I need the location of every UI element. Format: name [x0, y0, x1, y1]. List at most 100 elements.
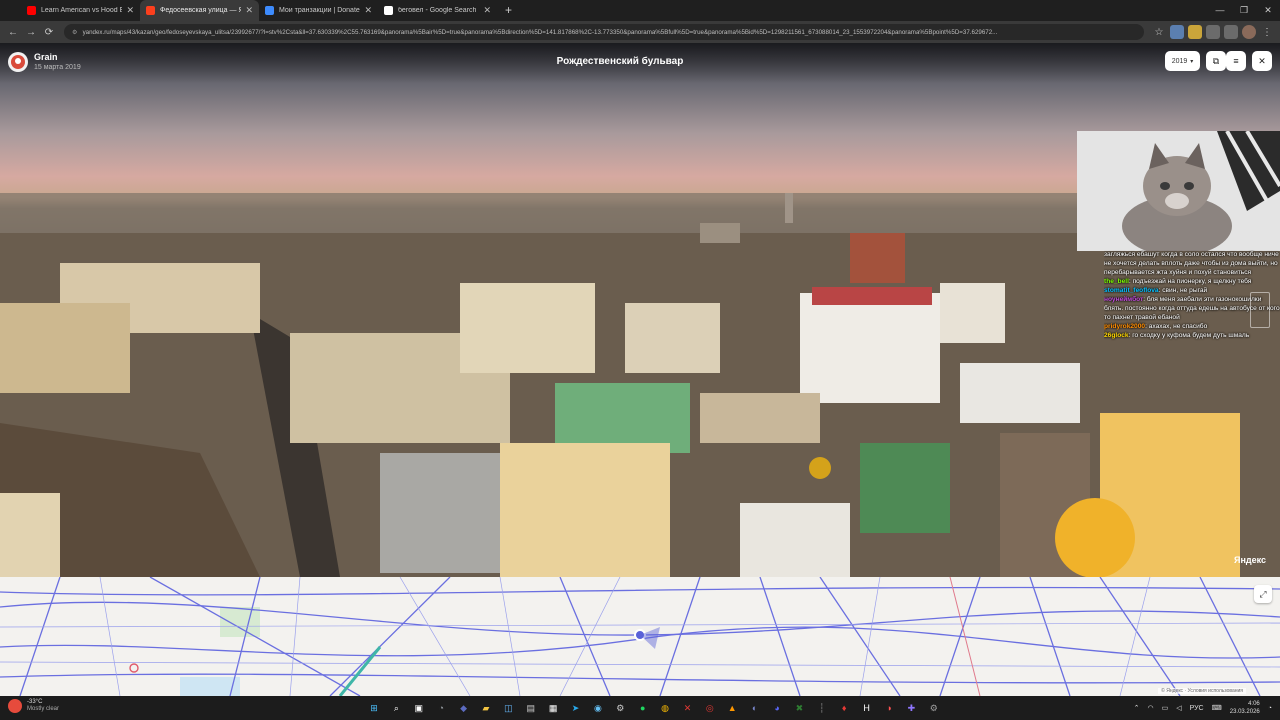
tray-overflow-icon[interactable]: ⌃ [1134, 704, 1140, 712]
weather-widget[interactable]: -33°C Mostly clear [8, 699, 59, 713]
taskbar-apps: ⊞ ⌕ ▣ ◔ ◆ ▰ ◫ ▤ ▦ ➤ ◉ ⚙ ● ◍ ✕ ◎ ▲ ◐ ◕ ✖ ┆ ♦ H ◑ ✚ ⚙ [364, 698, 946, 718]
task-view-icon[interactable]: ▣ [409, 698, 429, 718]
address-bar[interactable]: ⚙ yandex.ru/maps/43/kazan/geo/fedoseyevs… [64, 24, 1144, 40]
chat-nickname[interactable]: 26glock [1104, 332, 1129, 339]
window-controls: — ❐ ✕ [1208, 0, 1280, 21]
external-link-icon: ⧉ [1212, 55, 1220, 66]
browser-tab[interactable]: Learn American vs Hood English✕ [21, 0, 140, 21]
network-icon[interactable]: ◠ [1147, 704, 1153, 712]
chat-text: : подъезжай на пионерку, я щелкну тебя [1128, 278, 1252, 285]
app-a-icon[interactable]: ◔ [431, 698, 451, 718]
extension-icon[interactable] [1188, 25, 1202, 39]
browser-toolbar: ← → ⟳ ⚙ yandex.ru/maps/43/kazan/geo/fedo… [0, 21, 1280, 43]
keyboard-icon[interactable]: ⌨ [1212, 704, 1222, 712]
chat-nickname[interactable]: ноунеймбот [1104, 296, 1143, 303]
telegram-icon[interactable]: ➤ [566, 698, 586, 718]
profile-avatar[interactable] [1242, 25, 1256, 39]
tab-close-icon[interactable]: ✕ [126, 5, 134, 16]
map-copyright[interactable]: © Яндекс · Условия использования [1158, 688, 1246, 694]
map-expand-button[interactable]: ⤢ [1254, 585, 1272, 603]
chat-message: 26glock: го сходку у куфома будем дуть ш… [1104, 331, 1280, 340]
tab-title: Федосеевская улица — Яндекс [160, 7, 242, 14]
app-e-icon[interactable]: ▦ [543, 698, 563, 718]
discord-icon[interactable]: ◕ [767, 698, 787, 718]
browser-tab[interactable]: Мои транзакции | DonatePay ✕ [259, 0, 378, 21]
extension-icon[interactable] [1206, 25, 1220, 39]
chat-scroll-handle[interactable] [1250, 292, 1270, 328]
tab-title: Learn American vs Hood English [41, 7, 123, 14]
forward-button[interactable]: → [22, 27, 40, 38]
chat-message: the_bell: подъезжай на пионерку, я щелкн… [1104, 277, 1280, 286]
tab-title: беговел - Google Search [398, 7, 477, 14]
spotify-icon[interactable]: ● [633, 698, 653, 718]
chevron-down-icon: ▾ [1190, 58, 1194, 65]
volume-icon[interactable]: ◁ [1176, 704, 1181, 712]
chat-nickname[interactable]: pridyrok2000 [1104, 323, 1145, 330]
notifications-icon[interactable]: ◔ [1268, 705, 1272, 712]
bookmark-star-icon[interactable]: ☆ [1150, 27, 1168, 38]
browser-tab[interactable]: Федосеевская улица — Яндекс✕ [140, 0, 259, 21]
browser-tab[interactable]: беговел - Google Search ✕ [378, 0, 497, 21]
chat-message: загляжься ебашут когда в соло остался чт… [1104, 250, 1280, 277]
app-o-icon[interactable]: ◑ [879, 698, 899, 718]
close-window-button[interactable]: ✕ [1256, 0, 1280, 21]
webcam-overlay [1077, 131, 1280, 251]
close-icon: ✕ [1258, 55, 1266, 66]
yandex-logo: Яндекс [1233, 555, 1266, 565]
app-p-icon[interactable]: ✚ [901, 698, 921, 718]
app-f-icon[interactable]: ⚙ [610, 698, 630, 718]
menu-icon: ≡ [1233, 56, 1239, 66]
weather-icon [8, 699, 22, 713]
app-i-icon[interactable]: ▲ [722, 698, 742, 718]
reload-button[interactable]: ⟳ [40, 27, 58, 38]
app-h-icon[interactable]: ◎ [700, 698, 720, 718]
tab-favicon-icon [27, 6, 36, 15]
maximize-button[interactable]: ❐ [1232, 0, 1256, 21]
app-d-icon[interactable]: ▤ [521, 698, 541, 718]
menu-button[interactable]: ≡ [1226, 51, 1246, 71]
minimize-button[interactable]: — [1208, 0, 1232, 21]
aerial-panorama[interactable]: Grain 15 марта 2019 Рождественский бульв… [0, 43, 1280, 577]
new-tab-button[interactable]: + [497, 0, 520, 21]
year-selector[interactable]: 2019 ▾ [1165, 51, 1200, 71]
search-icon[interactable]: ⌕ [386, 698, 406, 718]
site-info-icon[interactable]: ⚙ [72, 29, 78, 36]
app-k-icon[interactable]: ✖ [789, 698, 809, 718]
clock[interactable]: 4:06 23.03.2026 [1230, 700, 1260, 716]
explorer-icon[interactable]: ▰ [476, 698, 496, 718]
chat-text: : свин, не рыгай [1158, 287, 1208, 294]
app-l-icon[interactable]: ┆ [812, 698, 832, 718]
steam-icon[interactable]: ◉ [588, 698, 608, 718]
chat-nickname[interactable]: the_bell [1104, 278, 1129, 285]
street-network-map [0, 577, 1280, 696]
app-n-icon[interactable]: H [857, 698, 877, 718]
close-panorama-button[interactable]: ✕ [1252, 51, 1272, 71]
tab-close-icon[interactable]: ✕ [364, 5, 372, 16]
tab-close-icon[interactable]: ✕ [483, 5, 491, 16]
back-button[interactable]: ← [4, 27, 22, 38]
open-external-button[interactable]: ⧉ [1206, 51, 1226, 71]
app-g-icon[interactable]: ✕ [677, 698, 697, 718]
tab-close-icon[interactable]: ✕ [245, 5, 253, 16]
app-q-icon[interactable]: ⚙ [924, 698, 944, 718]
chrome-icon[interactable]: ◍ [655, 698, 675, 718]
browser-menu-icon[interactable]: ⋮ [1258, 27, 1276, 38]
tab-list: Learn American vs Hood English✕Федосеевс… [21, 0, 497, 21]
battery-icon[interactable]: ▭ [1162, 704, 1169, 712]
clock-time: 4:06 [1248, 701, 1260, 707]
app-j-icon[interactable]: ◐ [745, 698, 765, 718]
chat-nickname[interactable]: stomatit_feoflova [1104, 287, 1159, 294]
extension-icon[interactable] [1170, 25, 1184, 39]
mini-map[interactable]: ⤢ © Яндекс · Условия использования [0, 577, 1280, 696]
app-b-icon[interactable]: ◆ [454, 698, 474, 718]
chat-text: : го сходку у куфома будем дуть шмаль [1128, 332, 1250, 339]
panorama-title: Рождественский бульвар [556, 56, 684, 67]
language-indicator[interactable]: РУС [1190, 705, 1204, 712]
weather-temperature: -33°C [27, 699, 43, 705]
start-icon[interactable]: ⊞ [364, 698, 384, 718]
weather-description: Mostly clear [27, 706, 60, 712]
app-m-icon[interactable]: ♦ [834, 698, 854, 718]
side-panel-icon[interactable] [1224, 25, 1238, 39]
cat-webcam-image [1077, 131, 1280, 251]
app-c-icon[interactable]: ◫ [498, 698, 518, 718]
